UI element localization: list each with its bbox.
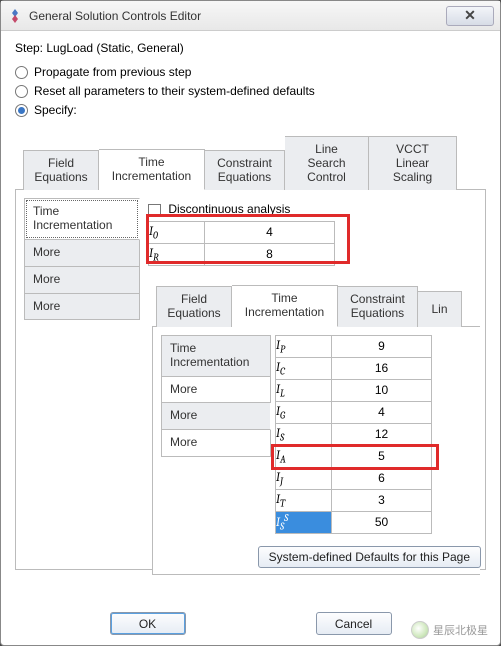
param-row: IA5 (276, 445, 432, 467)
param-row: IJ6 (276, 467, 432, 489)
param-row: IC16 (276, 357, 432, 379)
inner-dialog: Field Equations Time Incrementation Cons… (152, 284, 480, 575)
param-name: IR (149, 243, 205, 265)
vtab-more[interactable]: More (24, 267, 140, 294)
inner-right-panel: IP9IC16IL10IG4IS12IA5IJ6IT3ISS50 (271, 335, 432, 534)
radio-propagate-label: Propagate from previous step (34, 65, 191, 79)
param-value[interactable]: 50 (332, 511, 432, 533)
param-value[interactable]: 12 (332, 423, 432, 445)
tab-inner-time-incrementation[interactable]: Time Incrementation (232, 285, 338, 327)
radio-icon (15, 66, 28, 79)
tab-inner-partial[interactable]: Lin (418, 291, 462, 327)
param-row: IS12 (276, 423, 432, 445)
param-name: IA (276, 445, 332, 467)
step-value: LugLoad (Static, General) (46, 41, 183, 55)
tab-field-equations[interactable]: Field Equations (23, 150, 99, 191)
param-row: IT3 (276, 489, 432, 511)
param-table-top: I04IR8 (148, 221, 335, 266)
param-table-inner: IP9IC16IL10IG4IS12IA5IJ6IT3ISS50 (275, 335, 432, 534)
step-row: Step: LugLoad (Static, General) (15, 41, 486, 55)
param-name: IG (276, 401, 332, 423)
ok-button[interactable]: OK (110, 612, 186, 635)
discontinuous-row[interactable]: Discontinuous analysis (148, 202, 335, 216)
vtab-more[interactable]: More (24, 294, 140, 321)
param-value[interactable]: 16 (332, 357, 432, 379)
param-value[interactable]: 10 (332, 379, 432, 401)
vtab-time-incrementation[interactable]: Time Incrementation (24, 198, 140, 240)
param-name: I0 (149, 221, 205, 243)
tab-inner-field-equations[interactable]: Field Equations (156, 286, 232, 327)
param-row: I04 (149, 221, 335, 243)
radio-specify[interactable]: Specify: (15, 103, 486, 117)
titlebar: General Solution Controls Editor ✕ (1, 1, 500, 31)
window: General Solution Controls Editor ✕ Step:… (0, 0, 501, 646)
param-value[interactable]: 9 (332, 335, 432, 357)
tab-pane-outer: Time Incrementation More More More Disco… (15, 190, 486, 570)
tab-strip-inner: Field Equations Time Incrementation Cons… (152, 284, 480, 327)
param-row: IL10 (276, 379, 432, 401)
param-value[interactable]: 6 (332, 467, 432, 489)
param-value[interactable]: 3 (332, 489, 432, 511)
tab-inner-constraint-equations[interactable]: Constraint Equations (338, 286, 418, 327)
footer-buttons: OK Cancel (1, 612, 500, 635)
vtab-strip-left: Time Incrementation More More More (24, 198, 140, 320)
vtab-inner-more[interactable]: More (161, 377, 271, 404)
vtab-more[interactable]: More (24, 240, 140, 267)
outer-right-panel: Discontinuous analysis I04IR8 (140, 198, 343, 269)
radio-reset-label: Reset all parameters to their system-def… (34, 84, 315, 98)
param-row: IG4 (276, 401, 432, 423)
radio-reset[interactable]: Reset all parameters to their system-def… (15, 84, 486, 98)
param-row: IR8 (149, 243, 335, 265)
discontinuous-label: Discontinuous analysis (168, 202, 290, 216)
vtab-inner-more[interactable]: More (161, 403, 271, 430)
param-value[interactable]: 8 (205, 243, 335, 265)
param-value[interactable]: 4 (205, 221, 335, 243)
param-value[interactable]: 4 (332, 401, 432, 423)
param-name: IJ (276, 467, 332, 489)
radio-icon (15, 104, 28, 117)
window-title: General Solution Controls Editor (29, 9, 446, 23)
tab-line-search-control[interactable]: Line Search Control (285, 136, 369, 190)
vtab-inner-time-inc[interactable]: Time Incrementation (161, 335, 271, 377)
radio-icon (15, 85, 28, 98)
param-name: IT (276, 489, 332, 511)
tab-pane-inner: Time Incrementation More More More IP9IC… (152, 327, 480, 575)
param-name: IC (276, 357, 332, 379)
param-name: IL (276, 379, 332, 401)
step-label: Step: (15, 41, 43, 55)
close-button[interactable]: ✕ (446, 6, 494, 26)
cancel-button[interactable]: Cancel (316, 612, 392, 635)
app-icon (7, 8, 23, 24)
tab-time-incrementation[interactable]: Time Incrementation (99, 149, 205, 191)
param-value[interactable]: 5 (332, 445, 432, 467)
tab-strip-outer: Field Equations Time Incrementation Cons… (15, 135, 486, 190)
dialog-body: Step: LugLoad (Static, General) Propagat… (1, 31, 500, 645)
param-row: ISS50 (276, 511, 432, 533)
vtab-strip-inner: Time Incrementation More More More (161, 335, 271, 457)
vtab-inner-more[interactable]: More (161, 430, 271, 457)
radio-specify-label: Specify: (34, 103, 77, 117)
tab-vcct-linear-scaling[interactable]: VCCT Linear Scaling (369, 136, 457, 190)
param-name: IP (276, 335, 332, 357)
param-name: IS (276, 423, 332, 445)
param-name: ISS (276, 511, 332, 533)
radio-propagate[interactable]: Propagate from previous step (15, 65, 486, 79)
system-defaults-button[interactable]: System-defined Defaults for this Page (258, 546, 481, 568)
checkbox-icon (148, 204, 161, 217)
param-row: IP9 (276, 335, 432, 357)
tab-constraint-equations[interactable]: Constraint Equations (205, 150, 285, 191)
